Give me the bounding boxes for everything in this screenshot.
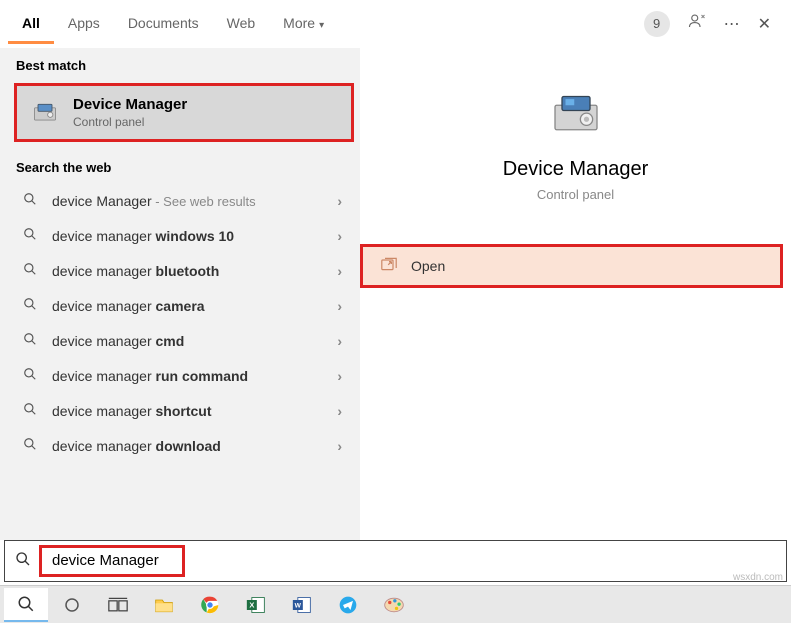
web-result-2[interactable]: device manager bluetooth › bbox=[0, 253, 360, 288]
best-match-title: Device Manager bbox=[73, 96, 187, 113]
web-result-4[interactable]: device manager cmd › bbox=[0, 323, 360, 358]
search-icon bbox=[22, 437, 38, 454]
web-result-text: device manager download bbox=[52, 438, 329, 454]
search-icon bbox=[22, 297, 38, 314]
chevron-right-icon: › bbox=[337, 333, 342, 349]
chevron-right-icon: › bbox=[337, 298, 342, 314]
web-result-text: device manager camera bbox=[52, 298, 329, 314]
search-icon bbox=[22, 402, 38, 419]
web-result-text: device manager run command bbox=[52, 368, 329, 384]
svg-text:W: W bbox=[295, 602, 302, 609]
results-panel: Best match Device Manager Control panel … bbox=[0, 48, 360, 540]
close-icon[interactable]: ✕ bbox=[758, 14, 771, 34]
web-result-text: device manager cmd bbox=[52, 333, 329, 349]
taskbar: X W bbox=[0, 585, 791, 623]
taskbar-chrome[interactable] bbox=[188, 588, 232, 622]
web-result-text: device manager bluetooth bbox=[52, 263, 329, 279]
web-result-1[interactable]: device manager windows 10 › bbox=[0, 218, 360, 253]
tab-more[interactable]: More▾ bbox=[269, 3, 338, 44]
search-web-header: Search the web bbox=[0, 150, 360, 183]
taskbar-explorer[interactable] bbox=[142, 588, 186, 622]
rewards-badge[interactable]: 9 bbox=[644, 11, 670, 37]
taskbar-paint[interactable] bbox=[372, 588, 416, 622]
chevron-down-icon: ▾ bbox=[319, 20, 324, 31]
tab-documents[interactable]: Documents bbox=[114, 3, 213, 44]
feedback-icon[interactable] bbox=[688, 12, 706, 35]
chevron-right-icon: › bbox=[337, 438, 342, 454]
search-icon bbox=[22, 262, 38, 279]
svg-text:X: X bbox=[249, 600, 254, 609]
chevron-right-icon: › bbox=[337, 193, 342, 209]
web-result-3[interactable]: device manager camera › bbox=[0, 288, 360, 323]
web-result-7[interactable]: device manager download › bbox=[0, 428, 360, 463]
taskbar-excel[interactable]: X bbox=[234, 588, 278, 622]
tab-web[interactable]: Web bbox=[213, 3, 270, 44]
preview-title: Device Manager bbox=[380, 158, 771, 181]
search-icon bbox=[22, 332, 38, 349]
chevron-right-icon: › bbox=[337, 228, 342, 244]
search-icon bbox=[22, 227, 38, 244]
open-action[interactable]: Open bbox=[360, 244, 783, 288]
taskbar-telegram[interactable] bbox=[326, 588, 370, 622]
tab-apps[interactable]: Apps bbox=[54, 3, 114, 44]
best-match-header: Best match bbox=[0, 48, 360, 81]
tab-all[interactable]: All bbox=[8, 3, 54, 44]
best-match-subtitle: Control panel bbox=[73, 115, 187, 129]
taskbar-cortana[interactable] bbox=[50, 588, 94, 622]
device-manager-icon bbox=[31, 99, 59, 127]
preview-panel: Device Manager Control panel Open bbox=[360, 48, 791, 540]
taskbar-taskview[interactable] bbox=[96, 588, 140, 622]
filter-tabs: All Apps Documents Web More▾ 9 ⋯ ✕ bbox=[0, 0, 791, 48]
web-result-text: device manager shortcut bbox=[52, 403, 329, 419]
preview-subtitle: Control panel bbox=[380, 187, 771, 202]
device-manager-large-icon bbox=[548, 86, 604, 142]
best-match-result[interactable]: Device Manager Control panel bbox=[14, 83, 354, 142]
open-icon bbox=[381, 257, 397, 275]
open-label: Open bbox=[411, 258, 445, 274]
web-result-5[interactable]: device manager run command › bbox=[0, 358, 360, 393]
chevron-right-icon: › bbox=[337, 403, 342, 419]
taskbar-search[interactable] bbox=[4, 588, 48, 622]
search-input[interactable] bbox=[52, 552, 172, 569]
taskbar-word[interactable]: W bbox=[280, 588, 324, 622]
more-options-icon[interactable]: ⋯ bbox=[724, 14, 740, 34]
search-bar[interactable] bbox=[4, 540, 787, 582]
chevron-right-icon: › bbox=[337, 368, 342, 384]
web-result-6[interactable]: device manager shortcut › bbox=[0, 393, 360, 428]
web-result-text: device Manager - See web results bbox=[52, 193, 329, 209]
search-icon bbox=[22, 192, 38, 209]
watermark: wsxdn.com bbox=[733, 572, 783, 583]
web-result-0[interactable]: device Manager - See web results › bbox=[0, 183, 360, 218]
search-icon bbox=[5, 551, 41, 572]
web-result-text: device manager windows 10 bbox=[52, 228, 329, 244]
search-icon bbox=[22, 367, 38, 384]
chevron-right-icon: › bbox=[337, 263, 342, 279]
